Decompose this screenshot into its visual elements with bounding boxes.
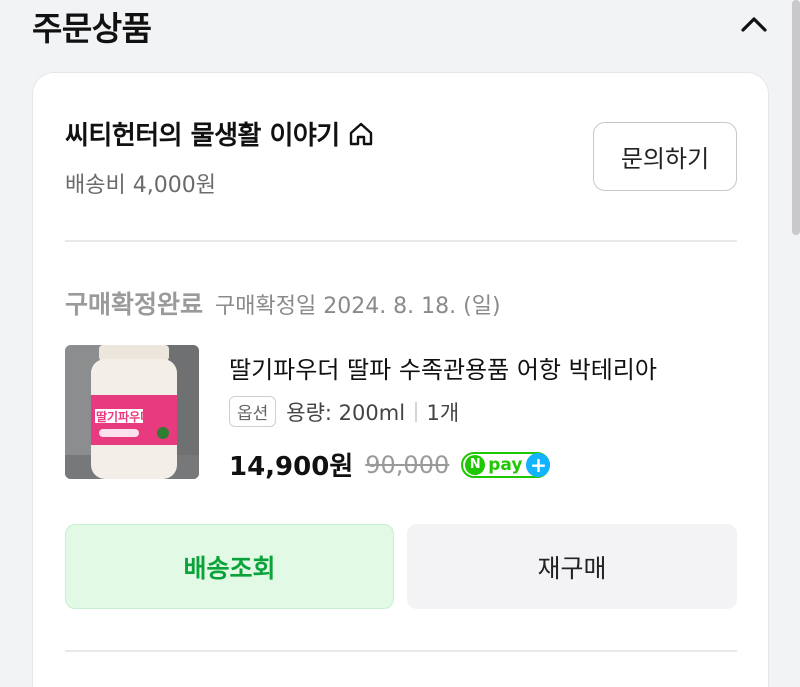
divider [65,240,737,242]
npay-n-icon: N [465,454,486,475]
option-separator [415,401,417,422]
order-products-page: 주문상품 씨티헌터의 물생활 이야기 배송비 4,000원 문의하기 구매확정완… [0,0,800,687]
reorder-button[interactable]: 재구매 [407,524,737,609]
divider [65,650,737,652]
quantity: 1개 [426,400,460,425]
shipping-fee: 배송비 4,000원 [65,173,216,198]
home-icon [349,122,372,145]
price-row: 14,900원 90,000 N pay + [229,446,551,483]
confirm-date: 구매확정일 2024. 8. 18. (일) [215,294,501,319]
option-badge: 옵션 [229,396,277,427]
scrollbar[interactable] [792,0,800,235]
order-status-row: 구매확정완료 구매확정일 2024. 8. 18. (일) [65,285,501,321]
product-image-label: 딸기파우더 [96,409,151,424]
product-thumbnail[interactable]: 딸기파우더 [65,345,199,479]
track-delivery-button[interactable]: 배송조회 [65,524,394,609]
section-title: 주문상품 [32,9,152,48]
chevron-up-icon [741,17,767,32]
product-image: 딸기파우더 [65,345,199,479]
collapse-button[interactable] [736,6,772,42]
plus-icon: + [526,452,551,477]
option-value: 용량: 200ml [286,400,406,425]
npay-text: pay [488,454,523,475]
status-label: 구매확정완료 [65,290,204,319]
product-title[interactable]: 딸기파우더 딸파 수족관용품 어항 박테리아 [229,350,739,385]
seller-name-label: 씨티헌터의 물생활 이야기 [65,121,340,151]
original-price: 90,000 [365,450,450,479]
npay-plus-badge: N pay + [461,451,551,478]
seller-name[interactable]: 씨티헌터의 물생활 이야기 [65,115,374,152]
option-row: 옵션 용량: 200ml 1개 [229,396,459,427]
section-header: 주문상품 [32,0,772,50]
order-card: 씨티헌터의 물생활 이야기 배송비 4,000원 문의하기 구매확정완료 구매확… [32,72,769,687]
current-price: 14,900원 [229,452,354,482]
inquiry-button[interactable]: 문의하기 [593,122,737,191]
